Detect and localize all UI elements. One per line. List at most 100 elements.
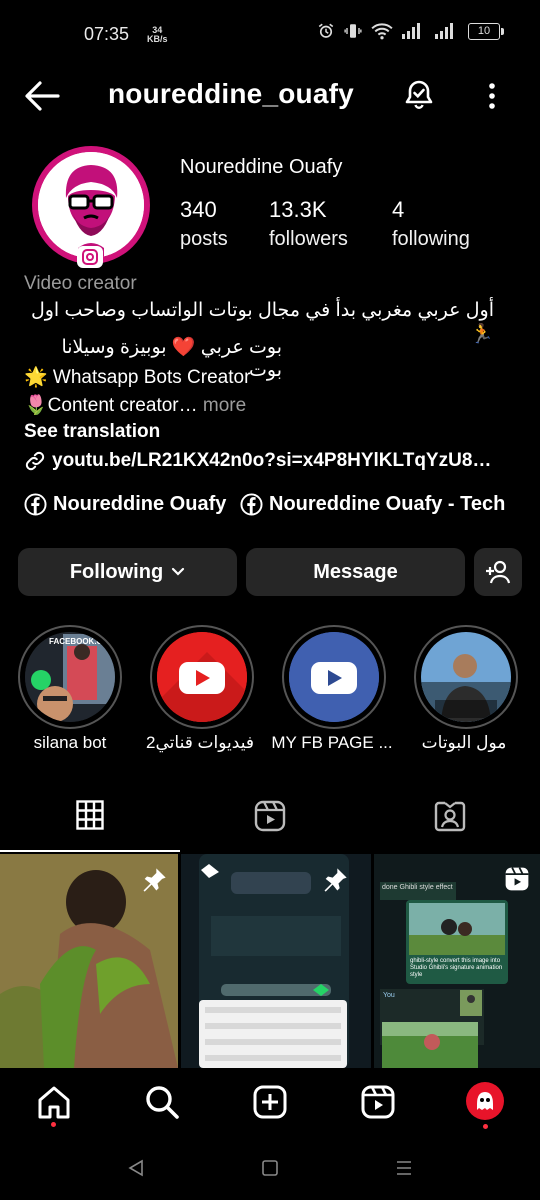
reel-badge-icon <box>505 867 529 891</box>
grid-post-3-bottom-image <box>382 1022 478 1068</box>
signal-icon-2 <box>435 23 453 39</box>
highlight-3-label[interactable]: MY FB PAGE ... <box>264 733 400 753</box>
play-icon <box>289 632 379 722</box>
add-post-icon <box>253 1085 287 1119</box>
chevron-down-icon <box>172 567 185 576</box>
triangle-back-icon <box>128 1159 143 1177</box>
profile-username: noureddine_ouafy <box>108 78 354 109</box>
highlight-1-label[interactable]: silana bot <box>2 733 138 753</box>
system-recents-button[interactable] <box>394 1158 414 1178</box>
following-count[interactable]: 4 <box>392 197 404 223</box>
grid-post-3-reply-name: You <box>383 992 395 999</box>
signal-icon <box>402 23 420 39</box>
grid-post-2[interactable] <box>181 854 371 1068</box>
profile-notification-dot <box>483 1124 488 1129</box>
status-time: 07:35 <box>84 24 130 44</box>
profile-picture <box>38 152 144 258</box>
nav-profile[interactable] <box>466 1082 504 1120</box>
grid-post-3[interactable]: done Ghibli style effect ghibli-style co… <box>374 854 540 1068</box>
vibrate-icon <box>344 24 362 38</box>
facebook-icon <box>24 493 47 516</box>
add-person-icon <box>486 560 511 584</box>
highlight-3[interactable] <box>282 625 386 729</box>
pinned-icon <box>143 868 166 892</box>
facebook-link-2-text[interactable]: Noureddine Ouafy - Tech <box>269 493 505 516</box>
pinned-icon <box>324 868 347 892</box>
status-icons: 10 <box>317 22 504 40</box>
bio-link[interactable]: youtu.be/LR21KX42n0o?si=x4P8HYlKLTqYzU8… <box>24 450 491 472</box>
reels-icon <box>361 1085 395 1119</box>
more-options-button[interactable] <box>480 82 504 110</box>
add-story-badge[interactable] <box>77 246 103 268</box>
highlight-4-label[interactable]: مول البوتات <box>396 733 532 753</box>
highlight-1[interactable]: FACEBOOK.COM <box>18 625 122 729</box>
alarm-icon <box>318 23 334 38</box>
bio-link-text[interactable]: youtu.be/LR21KX42n0o?si=x4P8HYlKLTqYzU8… <box>52 450 491 472</box>
back-arrow-icon <box>25 81 60 111</box>
battery-icon: 10 <box>468 22 504 40</box>
message-button[interactable]: Message <box>246 548 465 596</box>
avatar-cartoon-icon <box>38 152 144 258</box>
menu-lines-icon <box>397 1161 411 1175</box>
highlight-3-thumb <box>289 632 379 722</box>
grid-post-3-ghibli-image <box>409 903 505 955</box>
youtube-icon <box>157 632 247 722</box>
facebook-link-2[interactable]: Noureddine Ouafy - Tech <box>240 493 505 516</box>
bio-line-3: 🌟 Whatsapp Bots Creator <box>24 367 251 388</box>
nav-create[interactable] <box>252 1084 288 1120</box>
system-home-button[interactable] <box>260 1158 280 1178</box>
highlight-1-thumb: FACEBOOK.COM <box>25 632 115 722</box>
search-icon <box>146 1086 179 1119</box>
grid-post-3-caption: ghibli-style convert this image into Stu… <box>410 958 503 978</box>
wifi-icon <box>371 23 393 40</box>
nav-search[interactable] <box>144 1084 180 1120</box>
highlight-2-label[interactable]: فيديوات قناتي2 <box>132 733 268 753</box>
following-label[interactable]: following <box>392 228 470 251</box>
followers-count[interactable]: 13.3K <box>269 197 327 223</box>
system-back-button[interactable] <box>126 1158 146 1178</box>
grid-post-1[interactable] <box>0 854 178 1068</box>
notifications-button[interactable] <box>402 78 436 112</box>
suggested-people-button[interactable] <box>474 548 522 596</box>
tab-reels[interactable] <box>254 800 286 832</box>
back-button[interactable] <box>24 80 60 112</box>
network-speed-unit: KB/s <box>147 34 168 44</box>
highlight-4[interactable] <box>414 625 518 729</box>
network-speed: 34 KB/s <box>147 26 168 44</box>
bio-line-4: 🌷Content creator… more <box>24 393 246 417</box>
square-home-icon <box>262 1160 278 1176</box>
facebook-link-1[interactable]: Noureddine Ouafy <box>24 493 226 516</box>
following-button-label: Following <box>69 560 164 583</box>
system-navigation-bar <box>0 1148 540 1200</box>
posts-label[interactable]: posts <box>180 228 228 251</box>
home-icon <box>38 1086 70 1119</box>
bottom-navigation <box>0 1068 540 1148</box>
grid-icon <box>76 800 104 830</box>
highlight-1-thumb-text: FACEBOOK.COM <box>49 637 115 646</box>
see-translation-link[interactable]: See translation <box>24 421 160 443</box>
following-button[interactable]: Following <box>18 548 237 596</box>
reels-icon <box>254 800 286 832</box>
home-notification-dot <box>51 1122 56 1127</box>
followers-label[interactable]: followers <box>269 228 348 251</box>
facebook-icon <box>240 493 263 516</box>
highlight-4-thumb <box>421 632 511 722</box>
tagged-person-icon <box>434 801 466 832</box>
bell-check-icon <box>405 80 433 109</box>
camera-icon <box>82 249 98 265</box>
profile-category: Video creator <box>24 273 137 294</box>
grid-post-3-header: done Ghibli style effect <box>380 882 456 900</box>
grid-post-3-chat-bubble: ghibli-style convert this image into Stu… <box>406 900 508 984</box>
nav-home[interactable] <box>36 1084 72 1120</box>
facebook-link-1-text[interactable]: Noureddine Ouafy <box>53 493 226 516</box>
kebab-menu-icon <box>489 83 495 109</box>
bio-more-link[interactable]: more <box>203 395 246 416</box>
display-name: Noureddine Ouafy <box>180 156 343 178</box>
tab-tagged[interactable] <box>434 800 466 832</box>
posts-count[interactable]: 340 <box>180 197 217 223</box>
tab-posts-grid[interactable] <box>76 800 104 830</box>
grid-post-3-thumb <box>460 990 482 1016</box>
highlight-2[interactable] <box>150 625 254 729</box>
nav-reels[interactable] <box>360 1084 396 1120</box>
link-icon <box>25 451 45 471</box>
